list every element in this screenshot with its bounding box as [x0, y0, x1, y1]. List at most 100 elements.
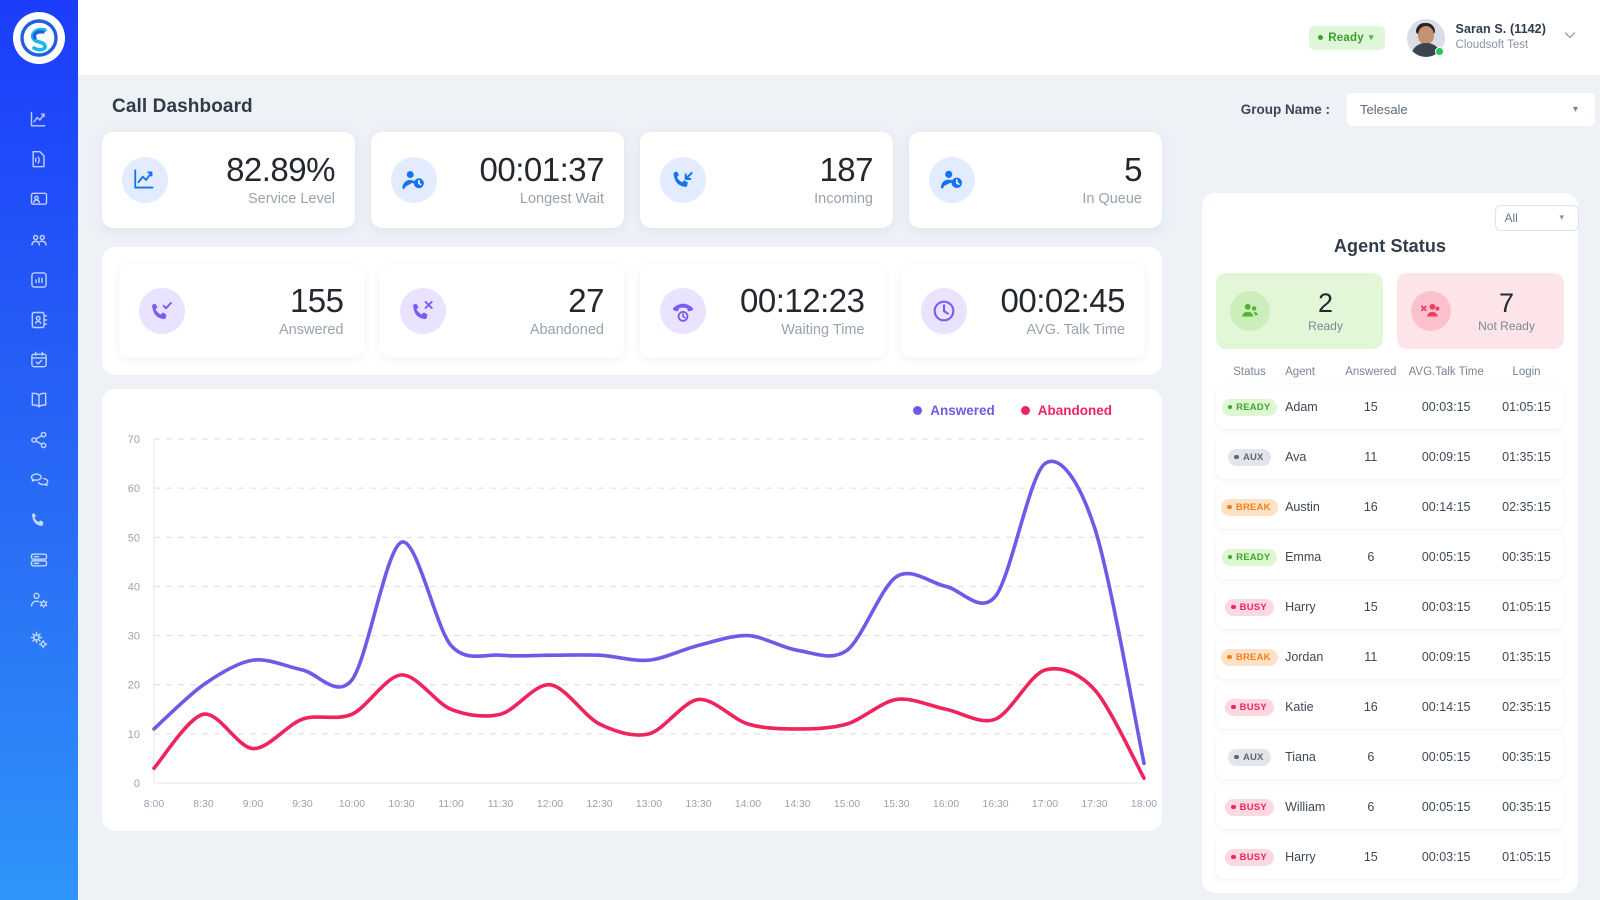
legend-item-answered[interactable]: Answered [913, 403, 995, 418]
chart-legend: Answered Abandoned [913, 403, 1112, 418]
kpi-value: 00:01:37 [437, 153, 604, 188]
sidebar-item-knowledge-base[interactable] [0, 382, 78, 422]
x-tick-label: 9:30 [292, 798, 313, 810]
y-tick-label: 60 [128, 483, 140, 495]
agent-answered-cell: 16 [1342, 500, 1399, 514]
x-tick-label: 14:00 [735, 798, 761, 810]
sidebar-item-chat[interactable] [0, 462, 78, 502]
status-badge: BUSY [1225, 699, 1274, 716]
group-name-select[interactable]: Telesale [1347, 93, 1595, 126]
agent-status-badge[interactable]: Ready ▾ [1309, 26, 1384, 50]
table-row[interactable]: READY Emma 6 00:05:15 00:35:15 [1216, 535, 1564, 579]
agent-summary-ready[interactable]: 2 Ready [1216, 273, 1383, 349]
table-row[interactable]: AUX Tiana 6 00:05:15 00:35:15 [1216, 735, 1564, 779]
sidebar-item-billing[interactable] [0, 542, 78, 582]
agent-talktime-cell: 00:09:15 [1399, 450, 1493, 464]
kpi-value: 82.89% [168, 153, 335, 188]
table-row[interactable]: BUSY Katie 16 00:14:15 02:35:15 [1216, 685, 1564, 729]
agent-talktime-cell: 00:05:15 [1399, 550, 1493, 564]
y-tick-label: 10 [128, 729, 140, 741]
call-volume-chart: 0102030405060708:008:309:009:3010:0010:3… [102, 425, 1162, 825]
app-logo[interactable] [13, 12, 65, 64]
sidebar-item-contacts[interactable] [0, 302, 78, 342]
sidebar-item-routing[interactable] [0, 422, 78, 462]
sidebar-item-teams[interactable] [0, 222, 78, 262]
call-x-icon [400, 288, 446, 334]
agent-name-cell: Katie [1281, 700, 1342, 714]
x-tick-label: 15:30 [883, 798, 909, 810]
user-menu-chevron-down-icon[interactable] [1562, 27, 1578, 48]
y-tick-label: 0 [134, 778, 140, 790]
agent-name-cell: Harry [1281, 600, 1342, 614]
agent-name-cell: Ava [1281, 450, 1342, 464]
table-row[interactable]: BREAK Austin 16 00:14:15 02:35:15 [1216, 485, 1564, 529]
kpi-card-in-queue: 5 In Queue [909, 132, 1162, 228]
status-dot-icon [1231, 705, 1236, 710]
agent-login-cell: 01:05:15 [1493, 600, 1560, 614]
agent-name-cell: Tiana [1281, 750, 1342, 764]
agent-status-cell: BUSY [1218, 698, 1281, 715]
agent-talktime-cell: 00:05:15 [1399, 800, 1493, 814]
table-row[interactable]: BUSY Harry 15 00:03:15 01:05:15 [1216, 585, 1564, 629]
agent-filter-select[interactable]: All [1495, 205, 1579, 231]
sidebar-item-user-settings[interactable] [0, 582, 78, 622]
agent-status-title: Agent Status [1216, 236, 1564, 257]
audio-file-icon [29, 150, 49, 175]
agent-status-summary: 2 Ready 7 Not Ready [1216, 273, 1564, 349]
sidebar-item-schedule[interactable] [0, 342, 78, 382]
agent-answered-cell: 6 [1342, 750, 1399, 764]
sidebar-item-calls[interactable] [0, 502, 78, 542]
agent-name-cell: Austin [1281, 500, 1342, 514]
status-badge-label: AUX [1243, 452, 1264, 463]
kpi-text: 5 In Queue [975, 153, 1142, 207]
status-badge-label: READY [1236, 402, 1270, 413]
agent-status-cell: BREAK [1218, 648, 1281, 665]
sidebar-item-reports[interactable] [0, 262, 78, 302]
y-tick-label: 30 [128, 631, 140, 643]
table-row[interactable]: BREAK Jordan 11 00:09:15 01:35:15 [1216, 635, 1564, 679]
agent-talktime-cell: 00:05:15 [1399, 750, 1493, 764]
table-row[interactable]: AUX Ava 11 00:09:15 01:35:15 [1216, 435, 1564, 479]
agent-table-header: StatusAgentAnsweredAVG.Talk TimeLogin [1216, 366, 1564, 378]
status-dot-icon [1231, 805, 1236, 810]
agent-answered-cell: 11 [1342, 650, 1399, 664]
agent-answered-cell: 15 [1342, 600, 1399, 614]
kpi-label: Longest Wait [437, 191, 604, 207]
calendar-check-icon [29, 350, 49, 375]
kpi-label: In Queue [975, 191, 1142, 207]
user-clock-icon [391, 157, 437, 203]
sidebar-item-recordings[interactable] [0, 142, 78, 182]
bar-chart-box-icon [29, 270, 49, 295]
kpi-label: Abandoned [446, 322, 605, 338]
sidebar-item-agent-desktop[interactable] [0, 182, 78, 222]
chat-bubbles-icon [29, 470, 49, 495]
contact-book-icon [29, 310, 49, 335]
agent-answered-cell: 11 [1342, 450, 1399, 464]
status-badge-label: BUSY [1240, 702, 1267, 713]
avatar[interactable] [1407, 19, 1445, 57]
status-badge: READY [1222, 549, 1278, 566]
legend-item-abandoned[interactable]: Abandoned [1021, 403, 1112, 418]
group-filter: Group Name : Telesale ▾ [1241, 93, 1578, 126]
kpi-value: 00:02:45 [967, 284, 1126, 319]
agent-summary-notready[interactable]: 7 Not Ready [1397, 273, 1564, 349]
x-tick-label: 14:30 [784, 798, 810, 810]
agent-column-header: Answered [1342, 366, 1399, 378]
kpi-label: AVG. Talk Time [967, 322, 1126, 338]
status-badge-label: Ready [1328, 32, 1364, 44]
call-clock-icon [660, 288, 706, 334]
page-title: Call Dashboard [112, 96, 253, 118]
agent-talktime-cell: 00:03:15 [1399, 850, 1493, 864]
agent-login-cell: 00:35:15 [1493, 550, 1560, 564]
sidebar-item-settings[interactable] [0, 622, 78, 662]
group-filter-label: Group Name : [1241, 102, 1330, 117]
table-row[interactable]: BUSY William 6 00:05:15 00:35:15 [1216, 785, 1564, 829]
agent-status-cell: BUSY [1218, 598, 1281, 615]
sidebar-item-analytics[interactable] [0, 102, 78, 142]
kpi-value: 27 [446, 284, 605, 319]
table-row[interactable]: READY Adam 15 00:03:15 01:05:15 [1216, 385, 1564, 429]
agent-status-cell: BREAK [1218, 498, 1281, 515]
x-tick-label: 17:30 [1081, 798, 1107, 810]
table-row[interactable]: BUSY Harry 15 00:03:15 01:05:15 [1216, 835, 1564, 879]
agent-name-cell: Emma [1281, 550, 1342, 564]
